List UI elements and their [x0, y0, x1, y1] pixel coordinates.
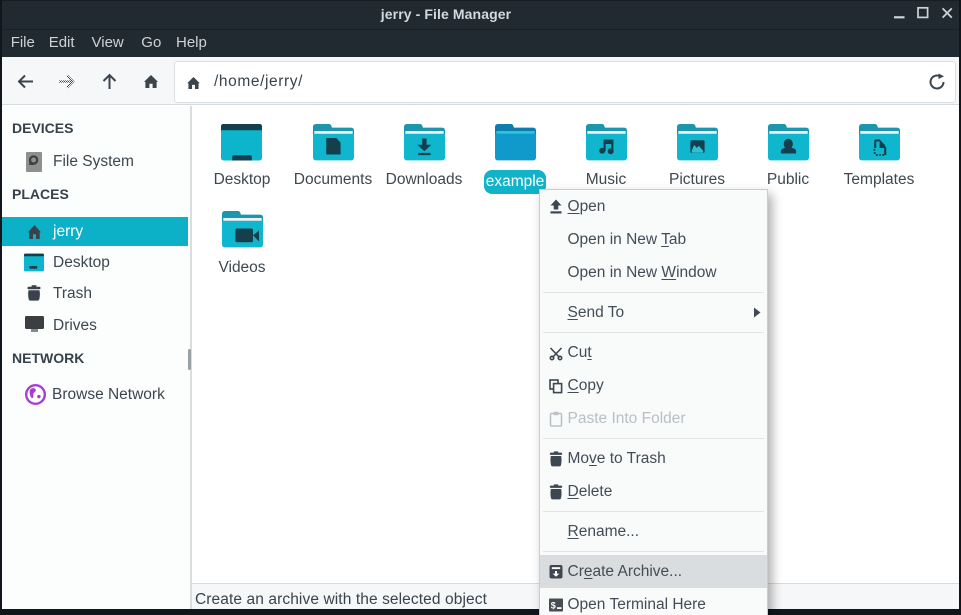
- svg-text:$: $: [551, 600, 556, 610]
